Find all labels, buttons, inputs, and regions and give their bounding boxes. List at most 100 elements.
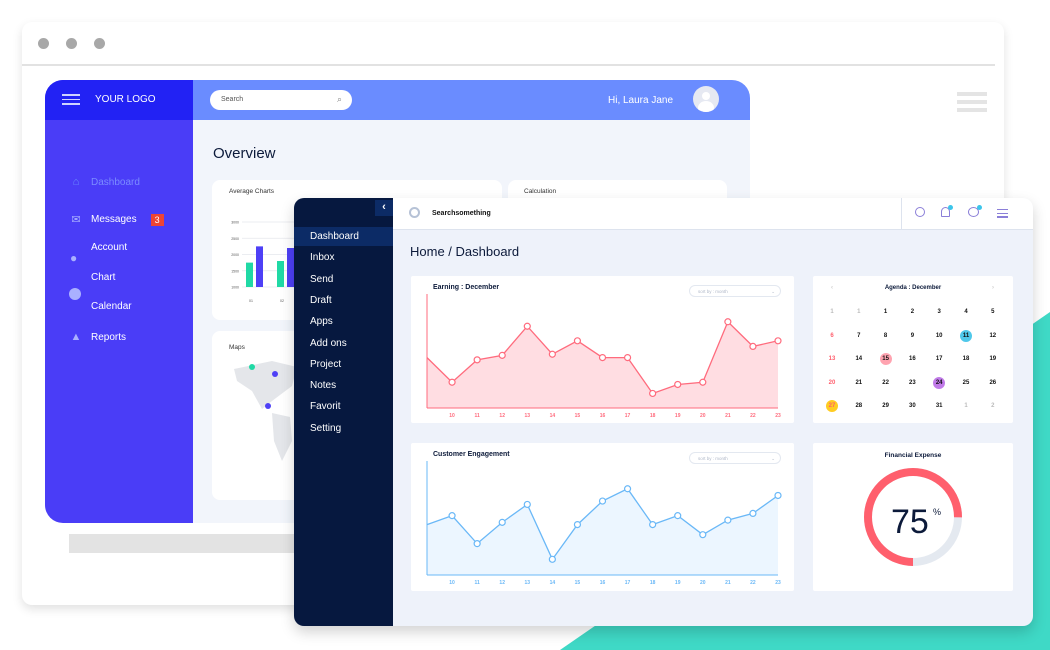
- calendar-day[interactable]: 17: [931, 353, 947, 365]
- sidebar-item-setting[interactable]: Setting: [294, 419, 393, 438]
- calendar-day[interactable]: 21: [851, 377, 867, 389]
- back-nav-account[interactable]: Account: [91, 242, 127, 253]
- x-tick-label: 14: [550, 580, 556, 586]
- y-tick-label: 1500: [231, 269, 239, 273]
- sidebar-item-dashboard[interactable]: Dashboard: [294, 227, 393, 246]
- x-tick-label: 21: [725, 413, 731, 419]
- y-tick-label: 3000: [231, 221, 239, 225]
- calendar-day[interactable]: 11: [960, 329, 972, 342]
- menu-icon[interactable]: [62, 94, 80, 105]
- x-tick-label: 14: [550, 413, 556, 419]
- x-tick-label: 19: [675, 580, 681, 586]
- expense-value: 75: [891, 503, 929, 541]
- back-nav-reports[interactable]: ▲ Reports: [69, 331, 126, 343]
- data-point: [598, 353, 607, 362]
- calendar-day[interactable]: 6: [824, 330, 840, 342]
- calendar-day[interactable]: 7: [851, 330, 867, 342]
- back-nav-calendar[interactable]: Calendar: [91, 301, 132, 312]
- menu-icon[interactable]: [997, 209, 1008, 218]
- sidebar-item-add-ons[interactable]: Add ons: [294, 334, 393, 353]
- x-tick-label: 23: [775, 413, 781, 419]
- x-tick-label: 15: [575, 580, 581, 586]
- sidebar-item-apps[interactable]: Apps: [294, 312, 393, 331]
- calendar-day[interactable]: 28: [851, 400, 867, 412]
- data-point: [548, 350, 556, 358]
- data-point: [573, 520, 582, 529]
- calendar-day[interactable]: 10: [931, 330, 947, 342]
- data-point: [448, 512, 456, 520]
- calendar-day[interactable]: 2: [904, 306, 920, 318]
- calendar-day[interactable]: 1: [958, 400, 974, 412]
- x-tick-label: 22: [750, 413, 756, 419]
- calendar-day[interactable]: 16: [904, 353, 920, 365]
- x-tick-label: 18: [650, 580, 656, 586]
- messages-badge: 3: [150, 213, 164, 226]
- data-point: [699, 378, 707, 386]
- data-point: [498, 518, 506, 526]
- x-tick-label: 02: [280, 299, 284, 303]
- calendar-day[interactable]: 15: [879, 353, 892, 365]
- data-point: [448, 378, 456, 386]
- chat-icon[interactable]: [968, 205, 982, 217]
- calendar-day[interactable]: 2: [985, 400, 1001, 412]
- nav-label: Dashboard: [91, 176, 140, 188]
- calendar-day[interactable]: 22: [878, 377, 894, 389]
- nav-label: Account: [91, 242, 128, 253]
- calendar-day[interactable]: 20: [824, 377, 840, 389]
- calendar-day[interactable]: 26: [985, 377, 1001, 389]
- logo: YOUR LOGO: [95, 94, 156, 105]
- data-point: [649, 520, 657, 529]
- pie-chart-icon: [69, 288, 81, 300]
- calendar-day[interactable]: 13: [824, 353, 840, 365]
- calendar-day[interactable]: 25: [958, 377, 974, 389]
- sidebar-item-notes[interactable]: Notes: [294, 376, 393, 395]
- calendar-day[interactable]: 19: [985, 353, 1001, 365]
- calendar-day[interactable]: 4: [958, 306, 974, 318]
- calendar-day[interactable]: 30: [904, 400, 920, 412]
- sidebar-item-project[interactable]: Project: [294, 355, 393, 374]
- map-pin-icon: [249, 364, 255, 370]
- sidebar-item-favorit[interactable]: Favorit: [294, 397, 393, 416]
- back-nav-dashboard[interactable]: ⌂ Dashboard: [69, 176, 140, 188]
- search-input[interactable]: Search ⌕: [210, 90, 352, 110]
- calendar-day[interactable]: 18: [958, 353, 974, 365]
- front-topbar: Searchsomething: [393, 198, 1033, 230]
- back-nav-chart[interactable]: Chart: [91, 272, 115, 283]
- calendar-day[interactable]: 1: [878, 306, 894, 318]
- front-dashboard: ‹ Searchsomething Home / Dashboard Earni…: [294, 198, 1033, 626]
- back-nav-messages[interactable]: ✉ Messages 3: [69, 213, 164, 226]
- bell-icon[interactable]: [941, 205, 953, 217]
- search-input[interactable]: Searchsomething: [432, 210, 491, 217]
- avatar[interactable]: [693, 86, 719, 112]
- calendar-day[interactable]: 23: [904, 377, 920, 389]
- window-dot: [94, 38, 105, 49]
- page-title: Overview: [213, 145, 276, 162]
- profile-icon[interactable]: [915, 207, 925, 217]
- calendar-day[interactable]: 3: [931, 306, 947, 318]
- collapse-sidebar-button[interactable]: ‹: [375, 200, 393, 216]
- calendar-day[interactable]: 8: [878, 330, 894, 342]
- sidebar-item-inbox[interactable]: Inbox: [294, 248, 393, 267]
- calendar-day[interactable]: 9: [904, 330, 920, 342]
- calendar-day[interactable]: 1: [851, 306, 867, 318]
- map-pin-icon: [265, 403, 271, 409]
- hamburger-icon[interactable]: [957, 92, 987, 112]
- x-tick-label: 18: [650, 413, 656, 419]
- x-tick-label: 13: [525, 580, 531, 586]
- calendar-day[interactable]: 24: [933, 376, 946, 389]
- calendar-day[interactable]: 31: [931, 400, 947, 412]
- sidebar-item-draft[interactable]: Draft: [294, 291, 393, 310]
- back-header: Search ⌕ Hi, Laura Jane: [193, 80, 750, 120]
- greeting: Hi, Laura Jane: [608, 95, 674, 106]
- calendar-day[interactable]: 12: [985, 330, 1001, 342]
- calendar-day[interactable]: 5: [985, 306, 1001, 318]
- calendar-day[interactable]: 27: [826, 400, 838, 412]
- x-tick-label: 16: [600, 580, 606, 586]
- calendar-day[interactable]: 14: [851, 353, 867, 365]
- sidebar-item-send[interactable]: Send: [294, 270, 393, 289]
- calendar-day[interactable]: 1: [824, 306, 840, 318]
- next-month-button[interactable]: ›: [992, 285, 994, 291]
- data-point: [724, 516, 732, 524]
- calendar-day[interactable]: 29: [878, 400, 894, 412]
- engagement-card: Customer Engagement sort by : month ⌄ 10 1…: [411, 443, 794, 591]
